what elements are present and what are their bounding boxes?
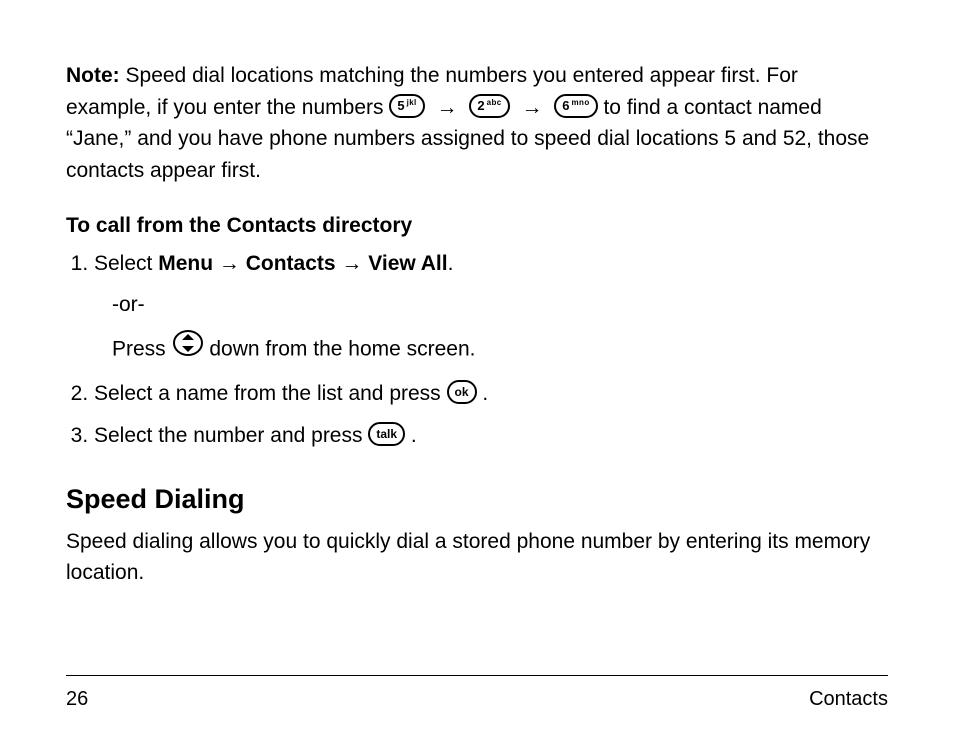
step-1: Select Menu → Contacts → View All. -or- …: [94, 248, 888, 369]
ok-button-icon: ok: [447, 380, 477, 404]
key-2abc-icon: 2abc: [469, 94, 509, 118]
step-1-or: -or-: [112, 289, 888, 321]
page-number: 26: [66, 684, 88, 714]
step-3: Select the number and press talk .: [94, 420, 888, 452]
subheading-call-from-contacts: To call from the Contacts directory: [66, 210, 888, 242]
section-heading-speed-dialing: Speed Dialing: [66, 479, 888, 520]
note-label: Note:: [66, 64, 120, 87]
note-paragraph: Note: Speed dial locations matching the …: [66, 60, 888, 186]
step-2: Select a name from the list and press ok…: [94, 378, 888, 410]
section-body-speed-dialing: Speed dialing allows you to quickly dial…: [66, 526, 888, 589]
footer-section-label: Contacts: [809, 684, 888, 714]
key-6mno-icon: 6mno: [554, 94, 597, 118]
arrow-right-icon: →: [431, 96, 464, 119]
page-footer: 26 Contacts: [66, 675, 888, 714]
key-5jkl-icon: 5jkl: [389, 94, 424, 118]
steps-list: Select Menu → Contacts → View All. -or- …: [66, 248, 888, 452]
step-1-press: Press down from the home screen.: [112, 331, 888, 369]
arrow-right-icon: →: [515, 96, 548, 119]
navigation-down-icon: [172, 329, 204, 367]
talk-button-icon: talk: [368, 422, 405, 446]
